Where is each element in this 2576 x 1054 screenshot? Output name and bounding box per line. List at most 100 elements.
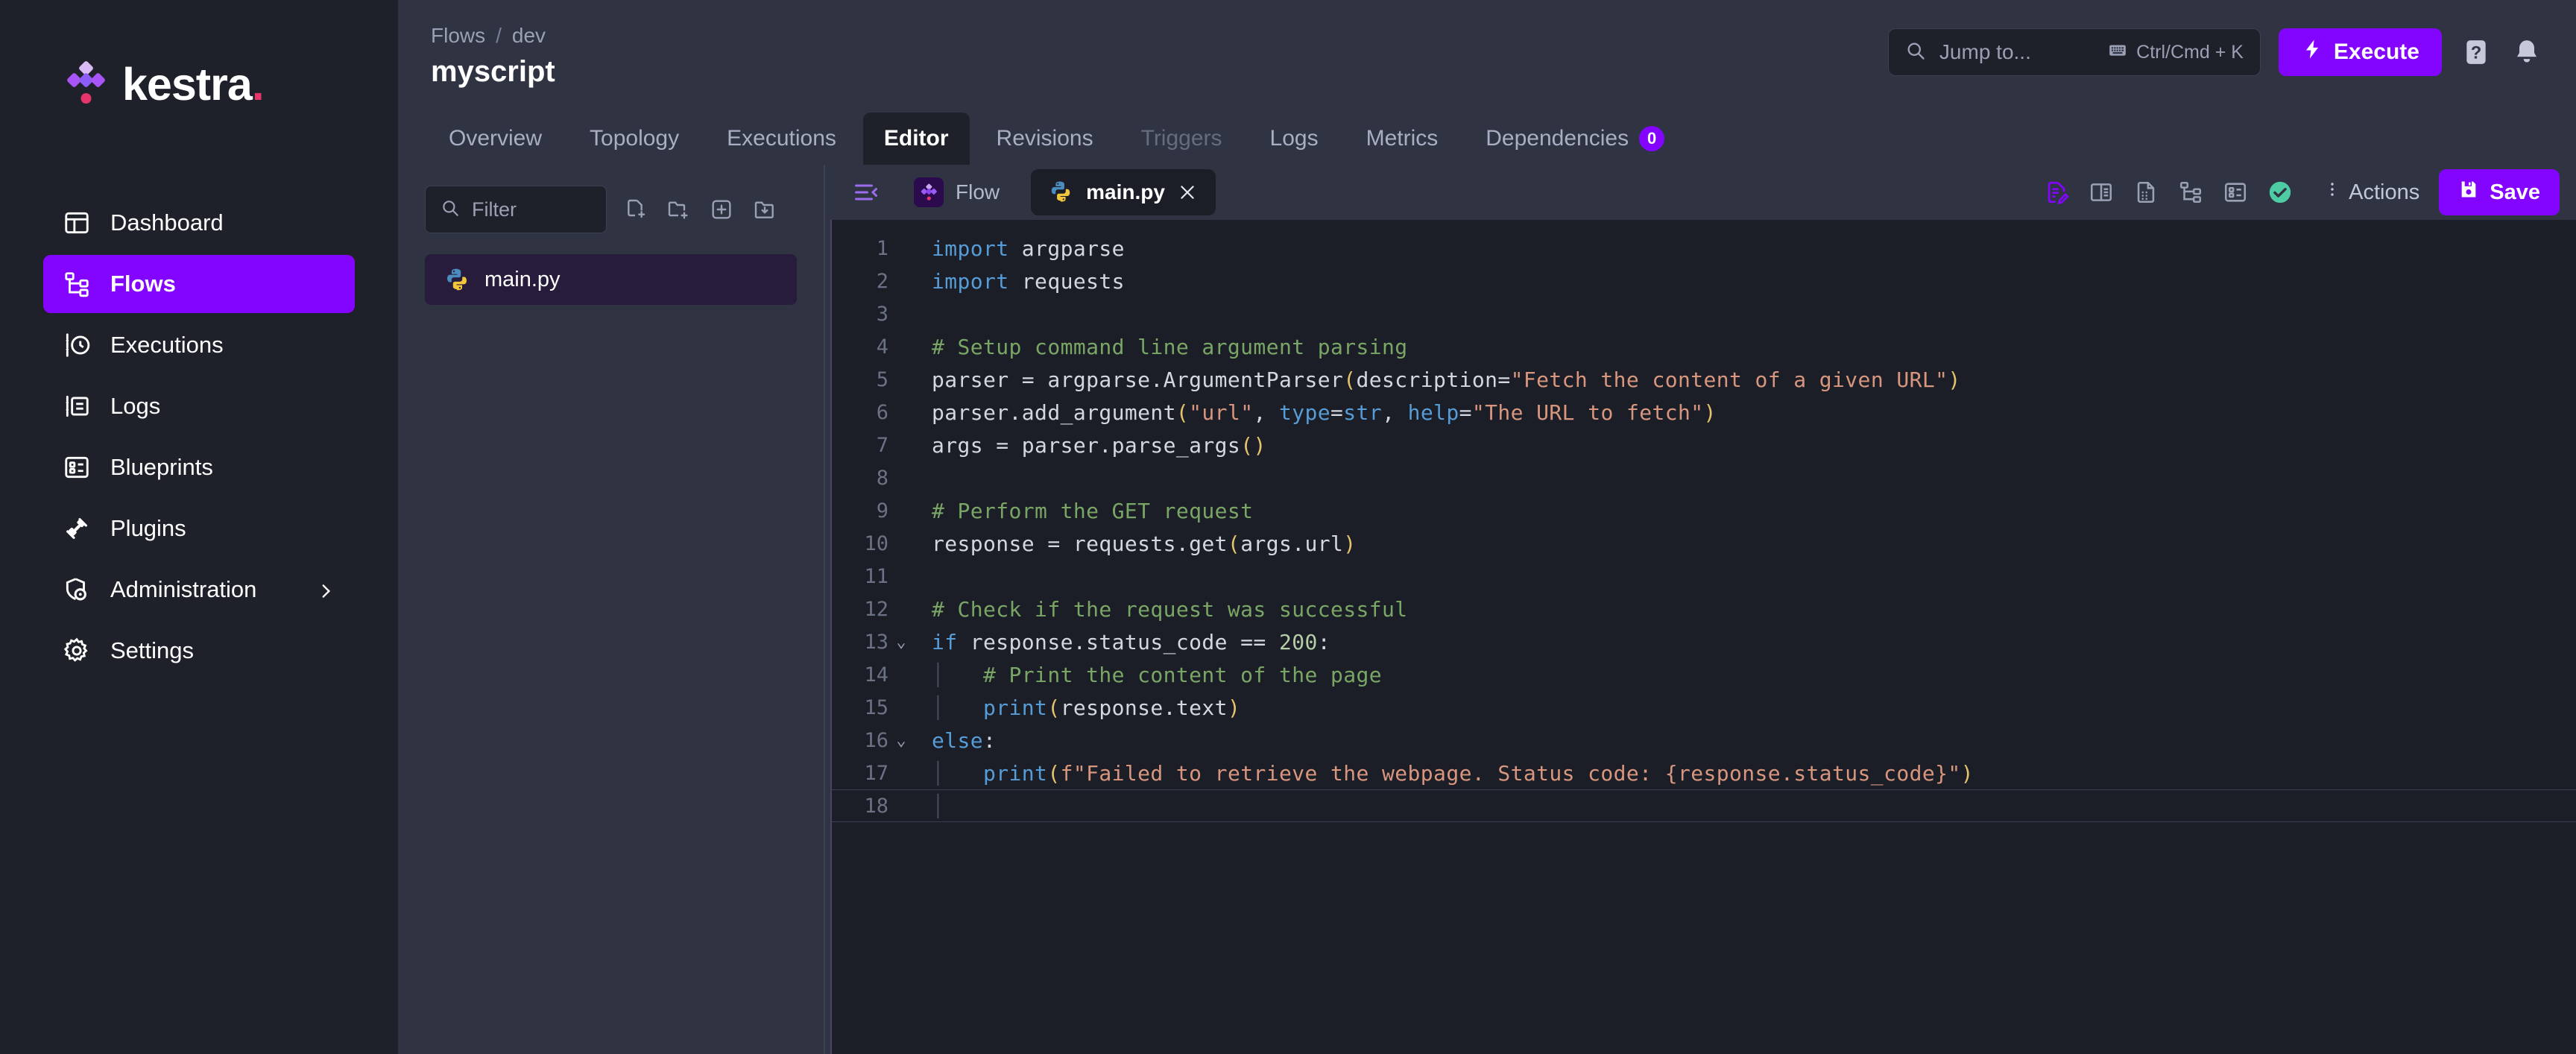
code-line[interactable]: 15 │ print(response.text)	[832, 691, 2576, 724]
sidebar-nav: Dashboard Flows Executions Logs Blueprin…	[0, 194, 398, 680]
editor-tab-label: main.py	[1086, 180, 1165, 203]
sidebar-label: Administration	[110, 576, 257, 602]
code-text: if response.status_code == 200:	[932, 629, 1330, 654]
code-line[interactable]: 6 parser.add_argument("url", type=str, he…	[832, 396, 2576, 429]
sidebar: kestra. Dashboard Flows Executions Logs …	[0, 0, 398, 1054]
split-view-icon[interactable]	[2083, 174, 2119, 210]
sidebar-item-flows[interactable]: Flows	[43, 255, 355, 313]
import-folder-icon[interactable]	[750, 195, 780, 224]
new-folder-icon[interactable]	[663, 195, 693, 224]
code-content[interactable]: 1 import argparse 2 import requests 3 4 # Setu…	[830, 220, 2576, 1054]
shortcut-text: Ctrl/Cmd + K	[2136, 41, 2244, 63]
sidebar-label: Executions	[110, 332, 224, 358]
code-line[interactable]: 5 parser = argparse.ArgumentParser(descri…	[832, 363, 2576, 396]
filter-input[interactable]: Filter	[425, 186, 607, 233]
topology-tree-icon[interactable]	[2173, 174, 2209, 210]
fold-chevron-icon[interactable]: ⌄	[888, 633, 914, 651]
save-button[interactable]: Save	[2439, 169, 2560, 215]
jump-to-search[interactable]: Jump to... Ctrl/Cmd + K	[1887, 28, 2261, 76]
code-text: # Setup command line argument parsing	[932, 334, 1408, 359]
help-icon[interactable]: ?	[2460, 36, 2493, 69]
kestra-logo-icon	[63, 61, 109, 107]
sidebar-item-plugins[interactable]: Plugins	[43, 499, 355, 558]
plugins-icon	[63, 514, 91, 543]
sidebar-item-settings[interactable]: Settings	[43, 622, 355, 680]
editor-tab-bar: Flow main.py Actions Save	[830, 165, 2576, 220]
administration-icon	[63, 575, 91, 604]
panel-resize-handle[interactable]	[824, 165, 830, 1054]
code-line[interactable]: 4 # Setup command line argument parsing	[832, 330, 2576, 363]
dashboard-icon	[63, 209, 91, 237]
validation-success-icon	[2262, 174, 2298, 210]
editor-tab-flow[interactable]: Flow	[896, 169, 1017, 215]
line-number: 4	[876, 335, 888, 359]
sidebar-item-executions[interactable]: Executions	[43, 316, 355, 374]
new-file-icon[interactable]	[620, 195, 650, 224]
line-number: 7	[876, 433, 888, 457]
code-line[interactable]: 17 │ print(f"Failed to retrieve the webpa…	[832, 757, 2576, 789]
code-line[interactable]: 2 import requests	[832, 265, 2576, 297]
execute-button[interactable]: Execute	[2278, 28, 2442, 76]
code-line[interactable]: 11	[832, 560, 2576, 593]
tab-dependencies-label: Dependencies	[1486, 126, 1629, 151]
collapse-panel-icon[interactable]	[850, 176, 883, 209]
file-explorer-panel: Filter main.py	[398, 165, 824, 1054]
code-text: │ # Print the content of the page	[932, 662, 1383, 687]
code-line[interactable]: 12 # Check if the request was successful	[832, 593, 2576, 625]
sidebar-item-dashboard[interactable]: Dashboard	[43, 194, 355, 252]
code-text: args = parser.parse_args()	[932, 432, 1266, 458]
bell-icon[interactable]	[2510, 36, 2543, 69]
code-line[interactable]: 14 │ # Print the content of the page	[832, 658, 2576, 691]
code-line[interactable]: 8	[832, 461, 2576, 494]
code-line[interactable]: 16 ⌄ else:	[832, 724, 2576, 757]
tab-topology[interactable]: Topology	[569, 113, 700, 165]
code-line[interactable]: 9 # Perform the GET request	[832, 494, 2576, 527]
fold-chevron-icon[interactable]: ⌄	[888, 731, 914, 750]
code-line[interactable]: 1 import argparse	[832, 232, 2576, 265]
code-line[interactable]: 3	[832, 297, 2576, 330]
tab-metrics[interactable]: Metrics	[1345, 113, 1459, 165]
chevron-right-icon	[316, 580, 335, 599]
kebab-menu-icon	[2323, 178, 2341, 206]
sidebar-item-blueprints[interactable]: Blueprints	[43, 438, 355, 496]
add-icon[interactable]	[707, 195, 736, 224]
execute-label: Execute	[2333, 40, 2419, 64]
header-left: Flows / dev myscript	[431, 18, 555, 89]
code-line[interactable]: 18 │	[832, 789, 2576, 822]
code-text: │	[932, 793, 945, 818]
breadcrumb-namespace[interactable]: dev	[512, 24, 546, 48]
tab-executions[interactable]: Executions	[706, 113, 857, 165]
tab-dependencies[interactable]: Dependencies 0	[1465, 113, 1685, 165]
tab-logs[interactable]: Logs	[1249, 113, 1339, 165]
code-text: │ print(f"Failed to retrieve the webpage…	[932, 760, 1974, 786]
kestra-icon	[914, 177, 944, 207]
filter-placeholder: Filter	[472, 198, 517, 221]
breadcrumb-flows[interactable]: Flows	[431, 24, 485, 48]
sidebar-item-administration[interactable]: Administration	[43, 561, 355, 619]
edit-file-icon[interactable]	[2039, 174, 2074, 210]
app-logo[interactable]: kestra.	[0, 58, 398, 110]
file-item-main-py[interactable]: main.py	[425, 254, 797, 305]
file-document-icon[interactable]	[2128, 174, 2164, 210]
code-line[interactable]: 13 ⌄ if response.status_code == 200:	[832, 625, 2576, 658]
line-number: 14	[864, 663, 888, 687]
blueprint-list-icon[interactable]	[2217, 174, 2253, 210]
tab-editor[interactable]: Editor	[862, 113, 970, 165]
code-editor: Flow main.py Actions Save 1 import argpa…	[830, 165, 2576, 1054]
editor-tab-main-py[interactable]: main.py	[1031, 169, 1216, 215]
tab-overview[interactable]: Overview	[428, 113, 563, 165]
close-icon[interactable]	[1177, 182, 1198, 203]
actions-menu-button[interactable]: Actions	[2319, 178, 2430, 206]
breadcrumb-separator: /	[496, 24, 502, 47]
svg-text:?: ?	[2471, 43, 2482, 63]
tab-revisions[interactable]: Revisions	[976, 113, 1114, 165]
code-text: import argparse	[932, 236, 1125, 261]
sidebar-item-logs[interactable]: Logs	[43, 377, 355, 435]
code-line[interactable]: 7 args = parser.parse_args()	[832, 429, 2576, 461]
editor-tabs: Flow main.py	[850, 169, 1216, 215]
header-right: Jump to... Ctrl/Cmd + K Execute ?	[1887, 18, 2543, 76]
file-name: main.py	[484, 267, 561, 291]
code-line[interactable]: 10 response = requests.get(args.url)	[832, 527, 2576, 560]
sidebar-label: Flows	[110, 271, 176, 297]
code-text: │ print(response.text)	[932, 695, 1241, 720]
